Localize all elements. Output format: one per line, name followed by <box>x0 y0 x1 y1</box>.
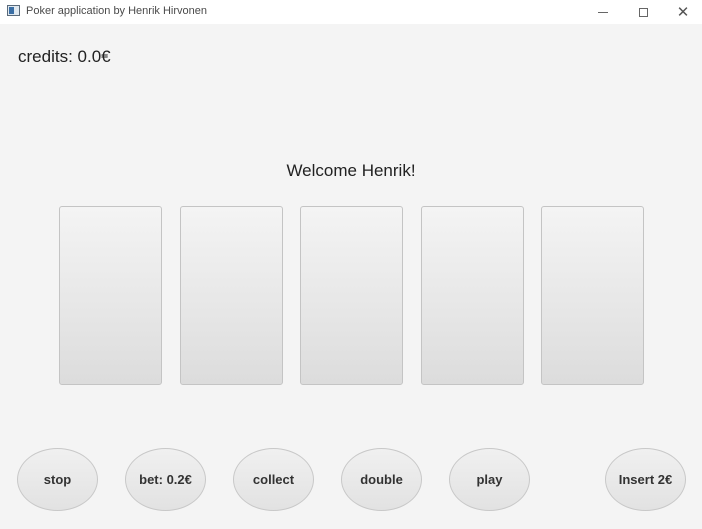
window-title: Poker application by Henrik Hirvonen <box>26 5 207 17</box>
card-slot-2[interactable] <box>180 206 283 385</box>
double-button[interactable]: double <box>341 448 422 511</box>
stop-button[interactable]: stop <box>17 448 98 511</box>
maximize-button[interactable] <box>624 0 662 24</box>
main-panel: credits: 0.0€ Welcome Henrik! stop bet: … <box>0 24 702 529</box>
app-icon <box>7 5 20 16</box>
play-button[interactable]: play <box>449 448 530 511</box>
collect-button[interactable]: collect <box>233 448 314 511</box>
close-icon: ✕ <box>676 3 690 21</box>
card-slot-3[interactable] <box>300 206 403 385</box>
maximize-icon <box>638 7 648 17</box>
close-button[interactable]: ✕ <box>664 0 702 24</box>
minimize-button[interactable] <box>584 0 622 24</box>
welcome-message: Welcome Henrik! <box>286 161 416 180</box>
credits-label: credits: 0.0€ <box>18 47 111 66</box>
card-slot-5[interactable] <box>541 206 644 385</box>
card-row <box>0 206 702 386</box>
bet-button[interactable]: bet: 0.2€ <box>125 448 206 511</box>
card-slot-4[interactable] <box>421 206 524 385</box>
title-bar: Poker application by Henrik Hirvonen ✕ <box>0 0 702 24</box>
card-slot-1[interactable] <box>59 206 162 385</box>
insert-coin-button[interactable]: Insert 2€ <box>605 448 686 511</box>
minimize-icon <box>598 11 608 13</box>
